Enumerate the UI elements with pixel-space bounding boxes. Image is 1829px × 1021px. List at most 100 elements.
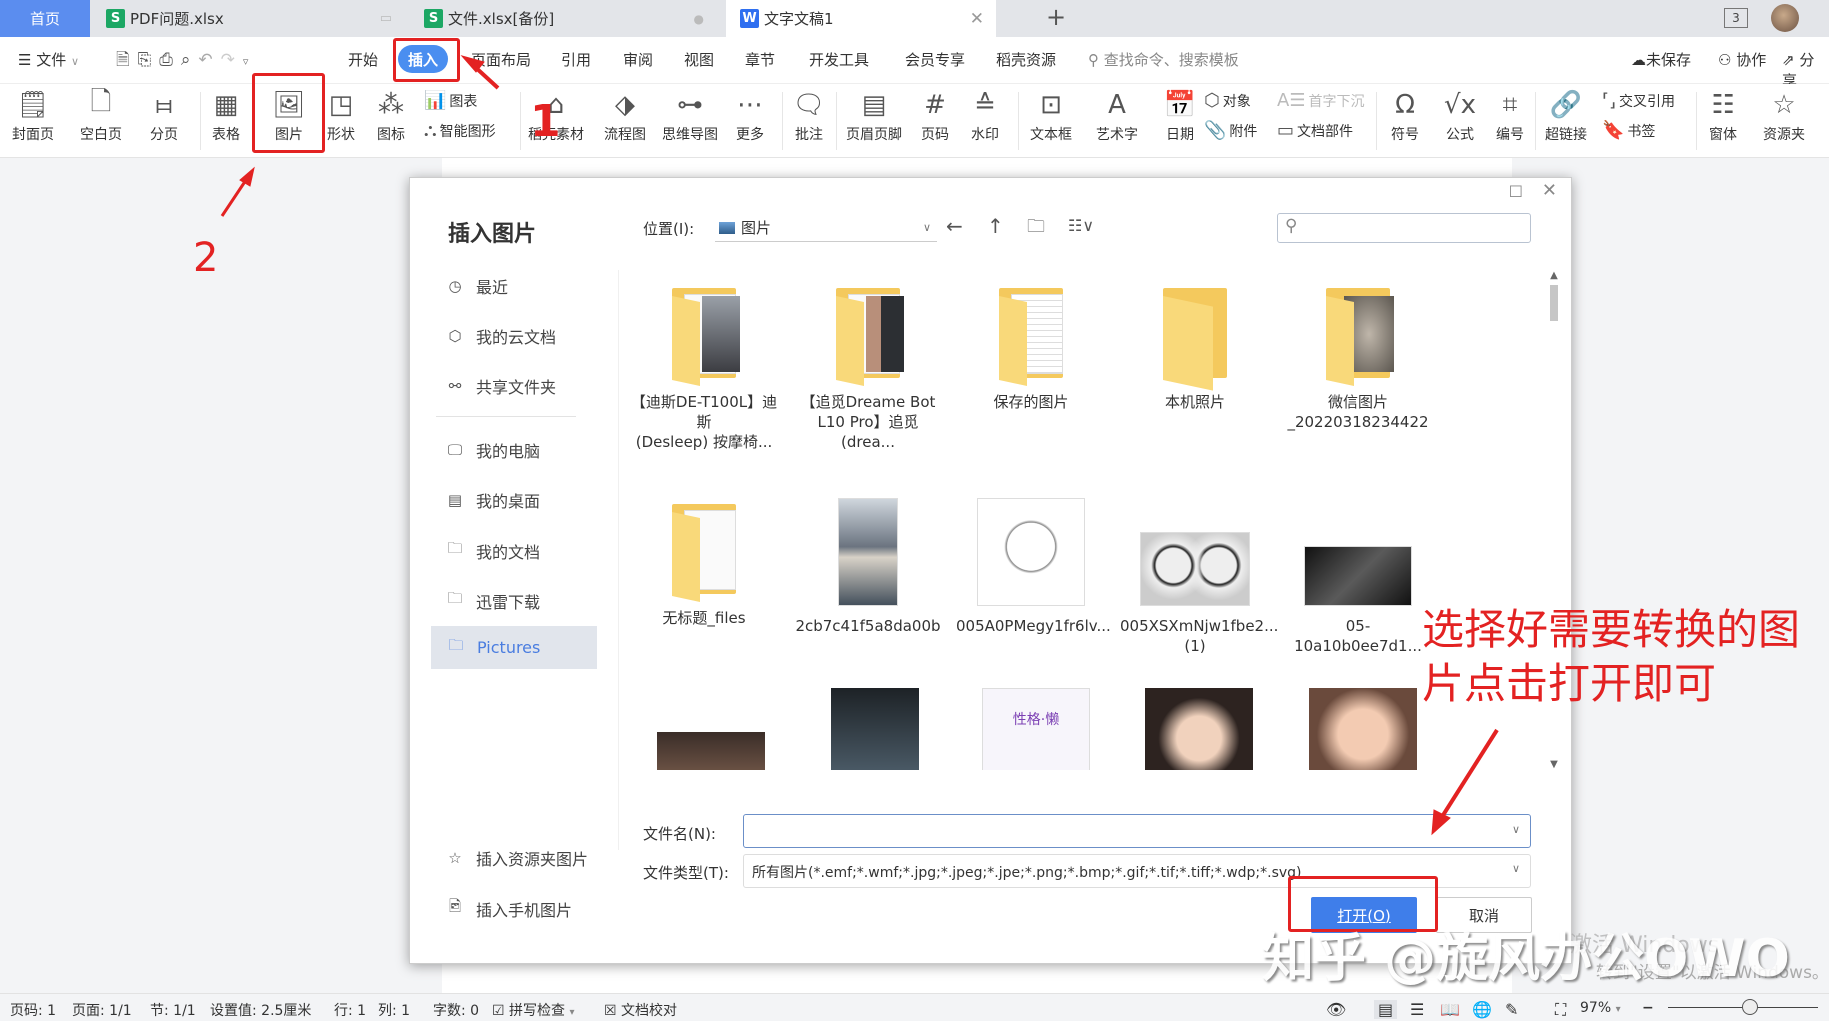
more-button[interactable]: ⋯ 更多	[733, 88, 767, 144]
maximize-icon[interactable]: ☐	[1509, 182, 1523, 201]
header-footer-button[interactable]: ▤ 页眉页脚	[846, 88, 902, 144]
scroll-thumb[interactable]	[1550, 285, 1558, 321]
image-thumbnail[interactable]	[1145, 688, 1253, 770]
file-item[interactable]: 05-10a10b0ee7d1...	[1283, 498, 1433, 656]
window-count-button[interactable]: 3	[1724, 8, 1748, 28]
file-item[interactable]: 【追觅Dreame Bot L10 Pro】追觅(drea...	[793, 282, 943, 452]
file-item[interactable]: 【迪斯DE-T100L】迪斯 (Desleep) 按摩椅...	[629, 282, 779, 452]
shape-button[interactable]: ◳ 形状	[324, 88, 358, 144]
pen-icon[interactable]: ✎	[1505, 1000, 1518, 1019]
location-select[interactable]: 图片 ∨	[715, 214, 937, 242]
icons-button[interactable]: ⁂ 图标	[374, 88, 408, 144]
attachment-button[interactable]: 📎 附件	[1204, 120, 1257, 141]
file-item[interactable]: 005A0PMegy1fr6lv...	[956, 498, 1111, 636]
textbox-button[interactable]: ⊡ 文本框	[1030, 88, 1072, 144]
status-section[interactable]: 节: 1/1	[150, 1000, 196, 1020]
avatar[interactable]	[1771, 4, 1799, 32]
print-preview-icon[interactable]: ⌕	[181, 50, 199, 70]
menu-references[interactable]: 引用	[561, 49, 591, 70]
drop-cap-button[interactable]: A☰ 首字下沉	[1277, 90, 1364, 111]
cloud-save-status[interactable]: ☁未保存	[1631, 49, 1691, 70]
bookmark-button[interactable]: 🔖 书签	[1602, 120, 1655, 141]
export-pdf-icon[interactable]: ⎘	[138, 50, 160, 70]
proofread-button[interactable]: ☒ 文档校对	[604, 1000, 677, 1020]
status-page[interactable]: 页码: 1	[10, 1000, 56, 1020]
filename-input[interactable]	[743, 814, 1531, 848]
tab-file-xlsx[interactable]: S 文件.xlsx[备份] ●	[408, 0, 722, 37]
nav-my-computer[interactable]: 🖵 我的电脑	[446, 438, 540, 462]
menu-home[interactable]: 开始	[348, 49, 378, 70]
art-text-button[interactable]: A 艺术字	[1096, 88, 1138, 144]
reading-view-icon[interactable]: 📖	[1440, 1000, 1460, 1019]
zoom-out-button[interactable]: −	[1642, 1000, 1654, 1016]
file-item[interactable]: 005XSXmNjw1fbe2... (1)	[1120, 498, 1278, 656]
tab-document[interactable]: W 文字文稿1 ✕	[726, 0, 996, 37]
nav-desktop[interactable]: ▤ 我的桌面	[446, 488, 540, 512]
web-view-icon[interactable]: 🌐	[1472, 1000, 1492, 1019]
undo-icon[interactable]: ↶	[198, 50, 220, 70]
dialog-search-input[interactable]	[1277, 213, 1531, 243]
status-row[interactable]: 行: 1	[334, 1000, 366, 1020]
file-item[interactable]: 无标题_files	[629, 498, 779, 628]
page-view-icon[interactable]: ▤	[1374, 1000, 1398, 1019]
nav-insert-resource-picture[interactable]: ☆ 插入资源夹图片	[446, 846, 588, 870]
zoom-slider-thumb[interactable]	[1742, 999, 1758, 1015]
comment-button[interactable]: 🗨 批注	[792, 88, 826, 144]
image-thumbnail[interactable]	[831, 688, 919, 770]
close-icon[interactable]: ✕	[1542, 180, 1557, 201]
nav-insert-phone-picture[interactable]: 🖻 插入手机图片	[446, 896, 572, 921]
menu-docer[interactable]: 稻壳资源	[996, 49, 1056, 70]
scroll-up-icon[interactable]: ▲	[1547, 270, 1561, 281]
save-icon[interactable]: 🗎	[116, 50, 138, 70]
close-tab-icon[interactable]: ✕	[970, 9, 984, 29]
status-words[interactable]: 字数: 0	[433, 1000, 479, 1020]
image-thumbnail[interactable]	[1309, 688, 1417, 770]
file-item[interactable]: 微信图片 _20220318234422	[1283, 282, 1433, 432]
up-arrow-icon[interactable]: ↑	[987, 214, 1004, 238]
doc-part-button[interactable]: ▭ 文档部件	[1277, 120, 1353, 141]
status-pages[interactable]: 页面: 1/1	[72, 1000, 132, 1020]
symbol-button[interactable]: Ω 符号	[1388, 88, 1422, 144]
menu-member[interactable]: 会员专享	[905, 49, 965, 70]
date-button[interactable]: 📅 日期	[1163, 88, 1197, 144]
object-button[interactable]: ⬡ 对象	[1204, 90, 1251, 111]
page-break-button[interactable]: ⧦ 分页	[147, 88, 181, 144]
menu-chapter[interactable]: 章节	[745, 49, 775, 70]
menu-developer[interactable]: 开发工具	[809, 49, 869, 70]
fit-page-icon[interactable]: ⛶	[1555, 1000, 1566, 1020]
flowchart-button[interactable]: ⬗ 流程图	[604, 88, 646, 144]
mindmap-button[interactable]: ⊶ 思维导图	[662, 88, 718, 144]
eye-protection-icon[interactable]: 👁	[1326, 1000, 1346, 1019]
file-item[interactable]: 2cb7c41f5a8da00b	[793, 498, 943, 636]
tab-pdf-xlsx[interactable]: S PDF问题.xlsx ▭	[90, 0, 404, 37]
smart-art-button[interactable]: ⛬ 智能图形	[424, 120, 496, 141]
customize-icon[interactable]: ▿	[243, 55, 257, 68]
command-search[interactable]: ⚲ 查找命令、搜索模板	[1088, 49, 1239, 70]
view-mode-icon[interactable]: ☷∨	[1068, 216, 1094, 235]
formula-button[interactable]: √x 公式	[1443, 88, 1477, 144]
nav-shared-folder[interactable]: ⚯ 共享文件夹	[446, 374, 556, 398]
status-setting[interactable]: 设置值: 2.5厘米	[210, 1000, 311, 1020]
new-folder-icon[interactable]: 🗀	[1027, 214, 1045, 244]
scroll-down-icon[interactable]: ▼	[1547, 759, 1561, 770]
file-menu[interactable]: ☰ 文件 ∨	[18, 49, 79, 70]
chart-button[interactable]: 📊 图表	[424, 90, 477, 111]
file-item[interactable]: 保存的图片	[956, 282, 1106, 412]
nav-recent[interactable]: ◷ 最近	[446, 274, 508, 298]
zoom-level[interactable]: 97% ▾	[1580, 1000, 1621, 1016]
collaborate-button[interactable]: ⚇ 协作	[1718, 49, 1766, 70]
menu-view[interactable]: 视图	[684, 49, 714, 70]
numbering-button[interactable]: ⌗ 编号	[1493, 88, 1527, 144]
status-col[interactable]: 列: 1	[378, 1000, 410, 1020]
cross-reference-button[interactable]: ⸢⸥ 交叉引用	[1602, 90, 1675, 111]
file-item[interactable]: 本机照片	[1120, 282, 1270, 412]
blank-page-button[interactable]: 🗋 空白页	[80, 87, 122, 144]
nav-pictures[interactable]: 🗀 Pictures	[431, 626, 597, 669]
tab-home[interactable]: 首页	[0, 0, 90, 37]
form-button[interactable]: ☷ 窗体	[1706, 88, 1740, 144]
resource-folder-button[interactable]: ☆ 资源夹	[1763, 88, 1805, 144]
outline-view-icon[interactable]: ☰	[1410, 1000, 1424, 1019]
page-number-button[interactable]: # 页码	[918, 88, 952, 144]
chevron-down-icon[interactable]: ∨	[1512, 823, 1520, 836]
menu-review[interactable]: 审阅	[623, 49, 653, 70]
